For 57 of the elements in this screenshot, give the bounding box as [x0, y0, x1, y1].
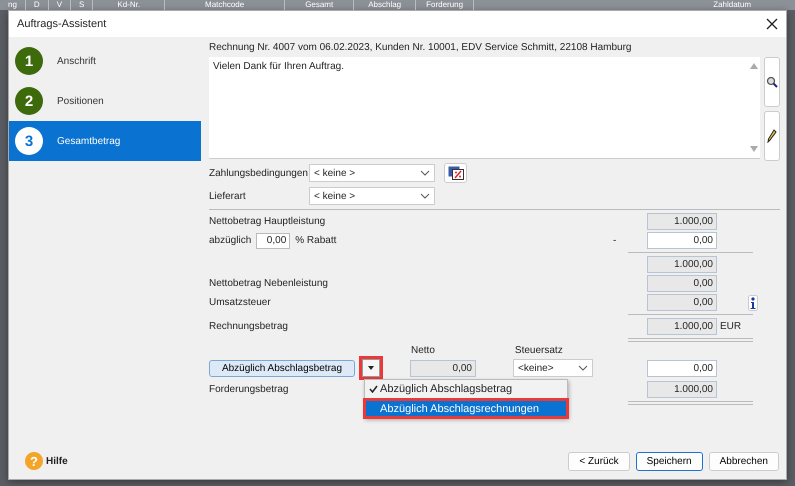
dialog-button[interactable]: Abbrechen [708, 452, 779, 470]
discount-percent-field[interactable]: 0,00 [256, 232, 290, 248]
window-title: Auftrags-Assistent [17, 18, 106, 30]
chevron-down-icon [420, 193, 430, 199]
amount-field: 1.000,00 [647, 256, 717, 273]
search-icon [766, 76, 778, 88]
wizard-step[interactable]: 3 Gesamtbetrag [9, 121, 201, 161]
pencil-icon [767, 129, 777, 143]
text-area[interactable]: Vielen Dank für Ihren Auftrag. [209, 57, 760, 159]
step-number: 1 [15, 47, 43, 75]
dialog-button[interactable]: Speichern [636, 452, 703, 470]
amount-field: 1.000,00 [647, 318, 717, 335]
discount-label: abzüglich [209, 235, 252, 246]
field-label: Lieferart [209, 190, 247, 202]
amount-field: 0,00 [647, 275, 717, 292]
amount-field: 1.000,00 [647, 381, 717, 398]
invoice-header-text: Rechnung Nr. 4007 vom 06.02.2023, Kunden Nr. 10001, EDV Service Schmitt, 22108 Hamburg [209, 41, 632, 55]
discount-amount-field[interactable]: 0,00 [647, 232, 717, 249]
amount-field: 1.000,00 [647, 213, 717, 230]
help-link[interactable]: ? Hilfe [25, 452, 68, 470]
minus-sign: - [613, 235, 616, 246]
tax-rate-dropdown[interactable]: <keine> [513, 359, 593, 377]
amount-label: Umsatzsteuer [209, 297, 272, 308]
menu-item[interactable]: Abzüglich Abschlagsbetrag [366, 381, 566, 396]
chevron-down-icon [578, 365, 588, 371]
search-button[interactable] [764, 57, 780, 107]
amount-field: 0,00 [647, 294, 717, 311]
menu-item[interactable]: Abzüglich Abschlagsrechnungen [366, 401, 566, 416]
column-header: Zahldatum [712, 0, 752, 10]
wizard-step[interactable]: 1 Anschrift [9, 41, 201, 81]
dropdown[interactable]: < keine > [309, 187, 435, 205]
amount-label: Rechnungsbetrag [209, 321, 289, 332]
step-number: 3 [15, 127, 43, 155]
step-number: 2 [15, 87, 43, 115]
column-label: Netto [411, 346, 435, 356]
dropdown-toggle[interactable] [362, 359, 380, 377]
deduction-amount-field[interactable]: 0,00 [647, 360, 717, 376]
calendar-percent-icon [448, 166, 464, 180]
wizard-step[interactable]: 2 Positionen [9, 81, 201, 121]
net-amount-field: 0,00 [410, 360, 476, 376]
currency-label: EUR [720, 321, 742, 332]
amount-label: Nettobetrag Nebenleistung [209, 278, 329, 289]
discount-label: % Rabatt [295, 235, 336, 246]
info-icon[interactable] [748, 294, 758, 310]
caret-icon [368, 366, 374, 370]
help-icon: ? [25, 452, 43, 470]
column-label: Steuersatz [514, 346, 563, 356]
close-icon[interactable] [766, 18, 778, 30]
terms-button[interactable] [444, 163, 467, 183]
amount-label: Forderungsbetrag [209, 384, 288, 395]
amount-label: Nettobetrag Hauptleistung [209, 216, 326, 227]
chevron-down-icon [420, 170, 430, 176]
dialog-button[interactable]: < Zurück [568, 452, 630, 470]
deduction-mode-button[interactable]: Abzüglich Abschlagsbetrag [209, 360, 355, 376]
field-label: Zahlungsbedingungen [209, 168, 309, 178]
edit-button[interactable] [764, 111, 780, 161]
dropdown[interactable]: < keine > [309, 164, 435, 182]
